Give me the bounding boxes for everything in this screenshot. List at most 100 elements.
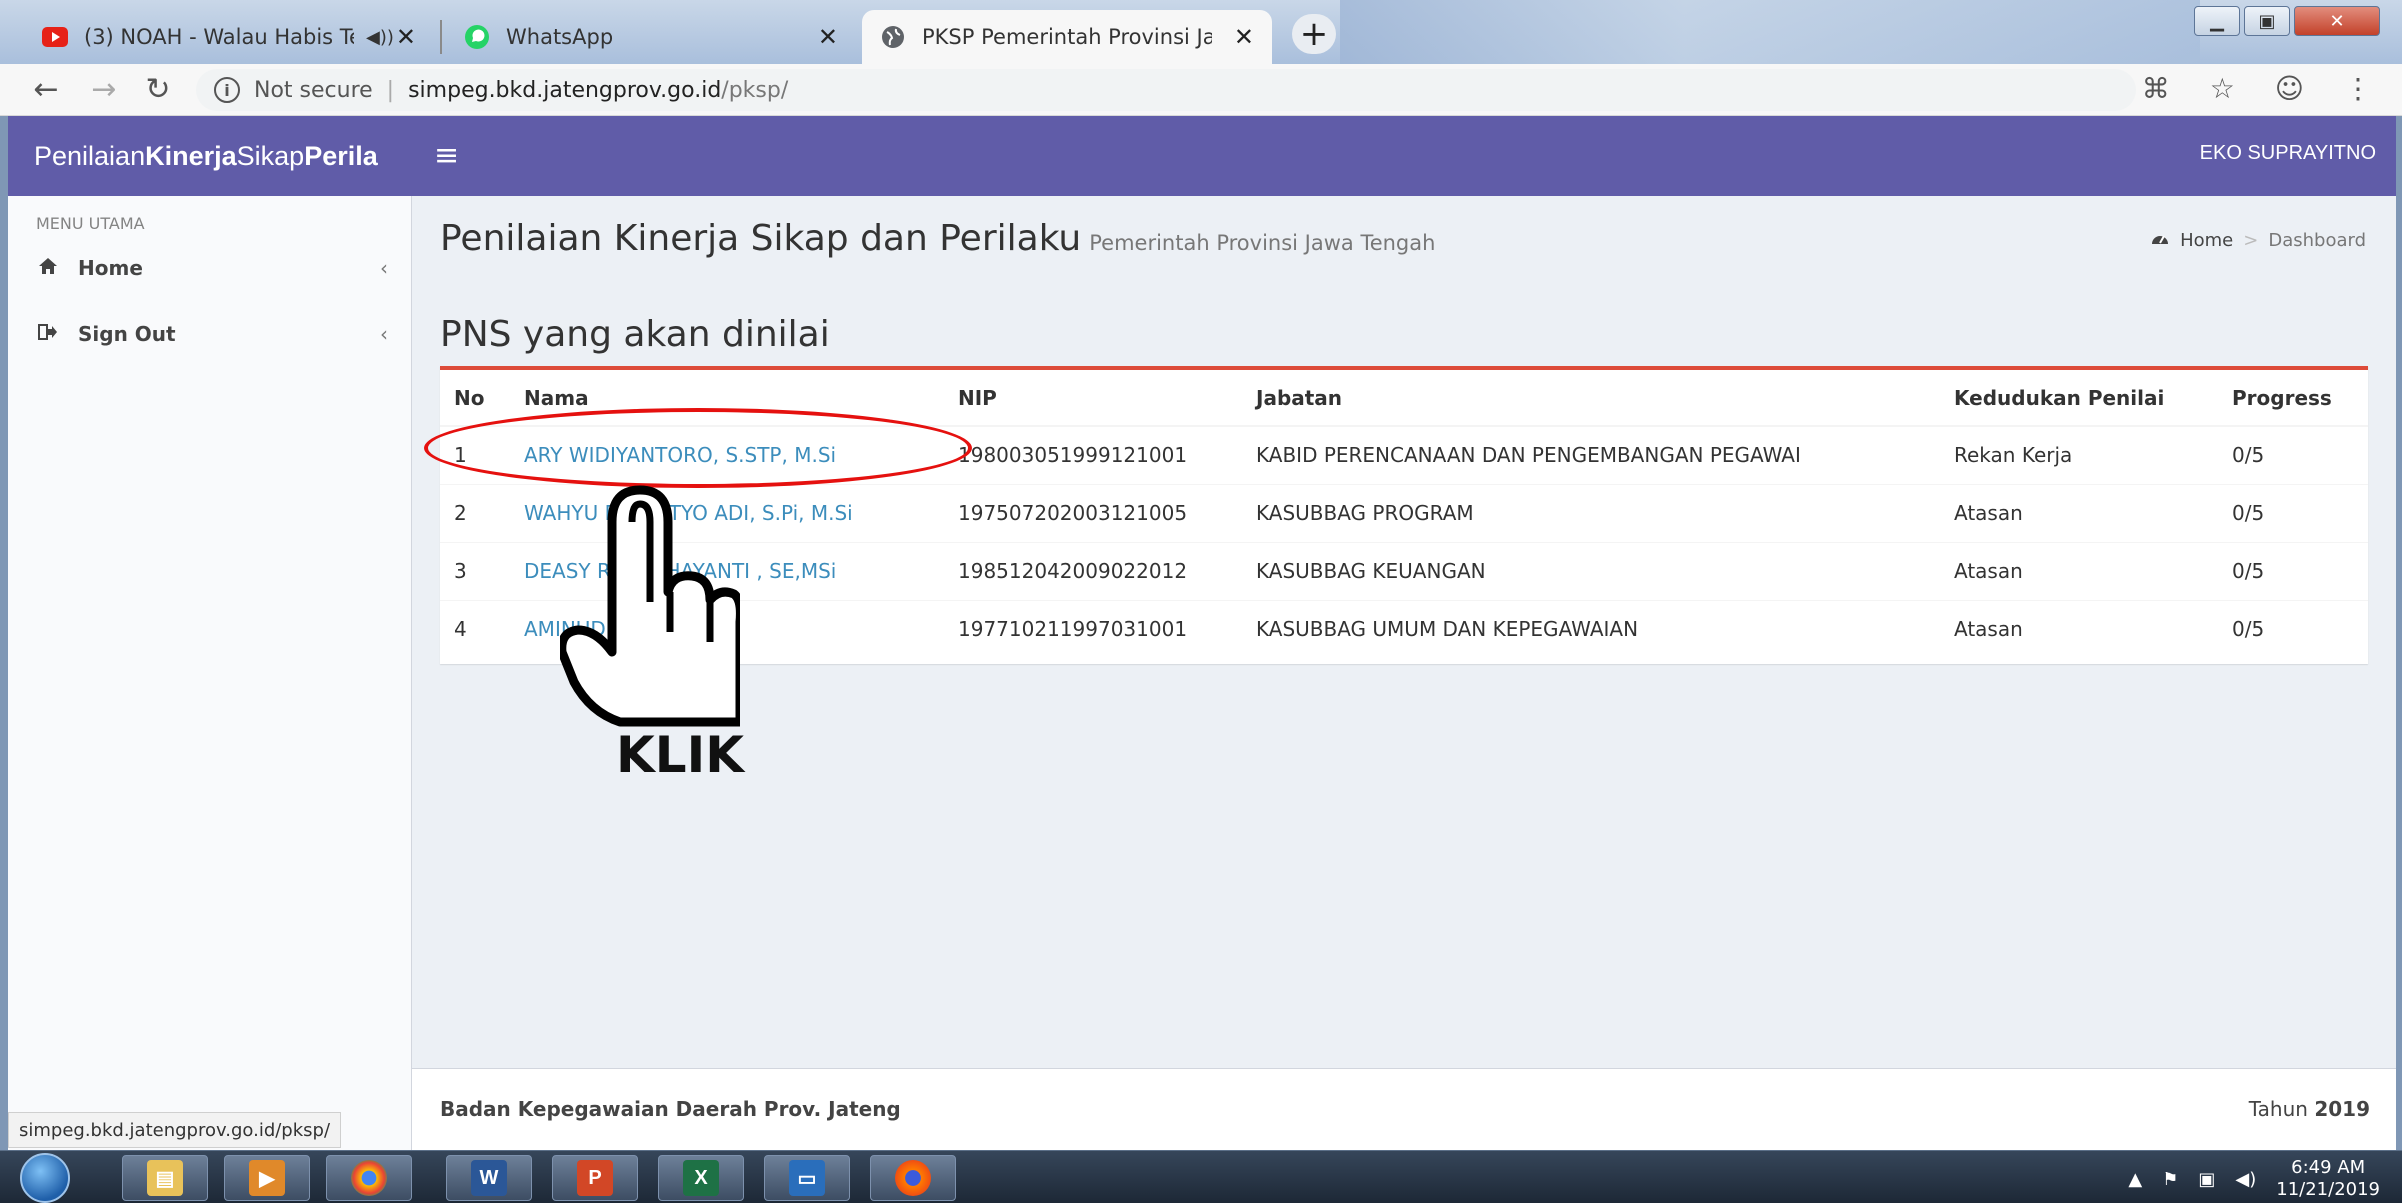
cell-jabatan: KASUBBAG UMUM DAN KEPEGAWAIAN	[1242, 599, 1940, 658]
chrome-icon	[351, 1160, 387, 1196]
taskbar-firefox[interactable]	[870, 1155, 956, 1201]
taskbar-clock[interactable]: 6:49 AM 11/21/2019	[2276, 1157, 2380, 1201]
cell-nip: 198512042009022012	[944, 541, 1242, 600]
sign-out-icon	[38, 323, 62, 346]
chevron-left-icon: ‹	[380, 256, 388, 280]
bookmark-star-icon[interactable]: ☆	[2210, 72, 2235, 105]
speaker-icon[interactable]: ◀))	[366, 27, 394, 48]
close-tab-icon[interactable]: ✕	[1234, 23, 1254, 51]
browser-tab-strip: (3) NOAH - Walau Habis Ter ◀)) ✕ WhatsAp…	[0, 0, 2402, 64]
col-no: No	[440, 370, 510, 427]
app-footer: Badan Kepegawaian Daerah Prov. Jateng Ta…	[412, 1068, 2396, 1150]
translate-icon[interactable]: ⌘	[2142, 72, 2170, 105]
status-url-tooltip: simpeg.bkd.jatengprov.go.id/pksp/	[8, 1112, 342, 1148]
maximize-button[interactable]: ▣	[2244, 6, 2290, 36]
cell-no: 4	[440, 599, 510, 658]
scanner-icon: ▭	[789, 1160, 825, 1196]
clock-time: 6:49 AM	[2291, 1157, 2366, 1178]
breadcrumb-home[interactable]: Home	[2180, 230, 2233, 251]
tray-expand-icon[interactable]: ▲	[2128, 1169, 2142, 1190]
excel-icon: X	[683, 1160, 719, 1196]
tab-label: PKSP Pemerintah Provinsi Jawa T	[922, 25, 1212, 49]
col-jabatan: Jabatan	[1242, 370, 1940, 427]
tab-pksp-active[interactable]: PKSP Pemerintah Provinsi Jawa T ✕	[862, 10, 1272, 64]
col-nip: NIP	[944, 370, 1242, 427]
col-progress: Progress	[2218, 370, 2368, 427]
taskbar-chrome[interactable]	[326, 1155, 412, 1201]
sidebar-header: MENU UTAMA	[36, 214, 145, 233]
footer-year-value: 2019	[2314, 1097, 2370, 1121]
url-input[interactable]: i Not secure | simpeg.bkd.jatengprov.go.…	[196, 69, 2136, 111]
tab-youtube[interactable]: (3) NOAH - Walau Habis Ter ◀)) ✕	[24, 10, 434, 64]
breadcrumb-separator: >	[2243, 230, 2259, 251]
whatsapp-icon	[464, 24, 490, 50]
taskbar-scanner[interactable]: ▭	[764, 1155, 850, 1201]
taskbar-explorer[interactable]: ▤	[122, 1155, 208, 1201]
cell-progress: 0/5	[2218, 541, 2368, 600]
new-tab-button[interactable]: +	[1292, 14, 1336, 54]
powerpoint-icon: P	[577, 1160, 613, 1196]
folder-icon: ▤	[147, 1160, 183, 1196]
taskbar-powerpoint[interactable]: P	[552, 1155, 638, 1201]
info-icon[interactable]: i	[214, 77, 240, 103]
cell-nip: 197710211997031001	[944, 599, 1242, 658]
col-kedudukan: Kedudukan Penilai	[1940, 370, 2218, 427]
taskbar-excel[interactable]: X	[658, 1155, 744, 1201]
word-icon: W	[471, 1160, 507, 1196]
close-window-button[interactable]: ✕	[2294, 6, 2380, 36]
profile-avatar-icon[interactable]: ☺	[2275, 72, 2304, 105]
app-logo[interactable]: Penilaian Kinerja Sikap Perila	[8, 116, 418, 196]
tab-label: (3) NOAH - Walau Habis Ter	[84, 25, 354, 49]
cell-kedudukan: Rekan Kerja	[1940, 425, 2218, 484]
home-icon	[38, 257, 62, 280]
user-menu[interactable]: EKO SUPRAYITNO	[2200, 142, 2376, 165]
back-arrow-icon[interactable]: ←	[28, 72, 64, 108]
security-label: Not secure	[254, 77, 373, 103]
box-title: PNS yang akan dinilai	[440, 314, 830, 355]
action-center-flag-icon[interactable]: ⚑	[2162, 1169, 2178, 1190]
footer-year-label: Tahun	[2248, 1097, 2308, 1121]
footer-org: Badan Kepegawaian Daerah Prov. Jateng	[440, 1097, 901, 1121]
app-header: Penilaian Kinerja Sikap Perila ≡ EKO SUPRAY…	[8, 116, 2396, 196]
taskbar-media[interactable]: ▶	[224, 1155, 310, 1201]
menu-kebab-icon[interactable]: ⋮	[2344, 72, 2372, 105]
tab-whatsapp[interactable]: WhatsApp ✕	[446, 10, 856, 64]
chevron-left-icon: ‹	[380, 322, 388, 346]
youtube-icon	[42, 24, 68, 50]
sidebar-toggle-icon[interactable]: ≡	[434, 138, 459, 173]
window-controls: ▁ ▣ ✕	[2194, 6, 2380, 36]
sidebar-item-label: Sign Out	[78, 322, 176, 346]
cell-progress: 0/5	[2218, 425, 2368, 484]
firefox-icon	[895, 1160, 931, 1196]
close-tab-icon[interactable]: ✕	[818, 23, 838, 51]
volume-icon[interactable]: ◀)	[2235, 1169, 2256, 1190]
tabstrip-background	[1340, 0, 2200, 64]
tab-separator	[440, 20, 442, 54]
close-tab-icon[interactable]: ✕	[396, 23, 416, 51]
logo-part-bold: Perila	[304, 140, 378, 171]
logo-part: Sikap	[236, 140, 305, 171]
reload-icon[interactable]: ↻	[140, 72, 176, 108]
minimize-button[interactable]: ▁	[2194, 6, 2240, 36]
breadcrumb-current: Dashboard	[2268, 230, 2366, 251]
cell-jabatan: KASUBBAG KEUANGAN	[1242, 541, 1940, 600]
cell-progress: 0/5	[2218, 483, 2368, 542]
pointing-hand-icon	[557, 482, 745, 736]
sidebar-item-sign-out[interactable]: Sign Out ‹	[38, 314, 388, 354]
cell-jabatan: KABID PERENCANAAN DAN PENGEMBANGAN PEGAW…	[1242, 425, 1940, 484]
clock-date: 11/21/2019	[2276, 1179, 2380, 1200]
url-host: simpeg.bkd.jatengprov.go.id	[408, 77, 722, 103]
page-title-text: Penilaian Kinerja Sikap dan Perilaku	[440, 218, 1082, 259]
taskbar-word[interactable]: W	[446, 1155, 532, 1201]
forward-arrow-icon[interactable]: →	[86, 72, 122, 108]
url-path: /pksp/	[721, 77, 789, 103]
logo-part-bold: Kinerja	[145, 140, 237, 171]
footer-year: Tahun 2019	[2249, 1097, 2370, 1121]
sidebar-item-home[interactable]: Home ‹	[38, 248, 388, 288]
cell-nip: 197507202003121005	[944, 483, 1242, 542]
cell-no: 2	[440, 483, 510, 542]
network-icon[interactable]: ▣	[2198, 1169, 2215, 1190]
app-window: Penilaian Kinerja Sikap Perila ≡ EKO SUPRAY…	[8, 116, 2396, 1150]
start-button[interactable]	[20, 1153, 70, 1203]
cell-no: 3	[440, 541, 510, 600]
